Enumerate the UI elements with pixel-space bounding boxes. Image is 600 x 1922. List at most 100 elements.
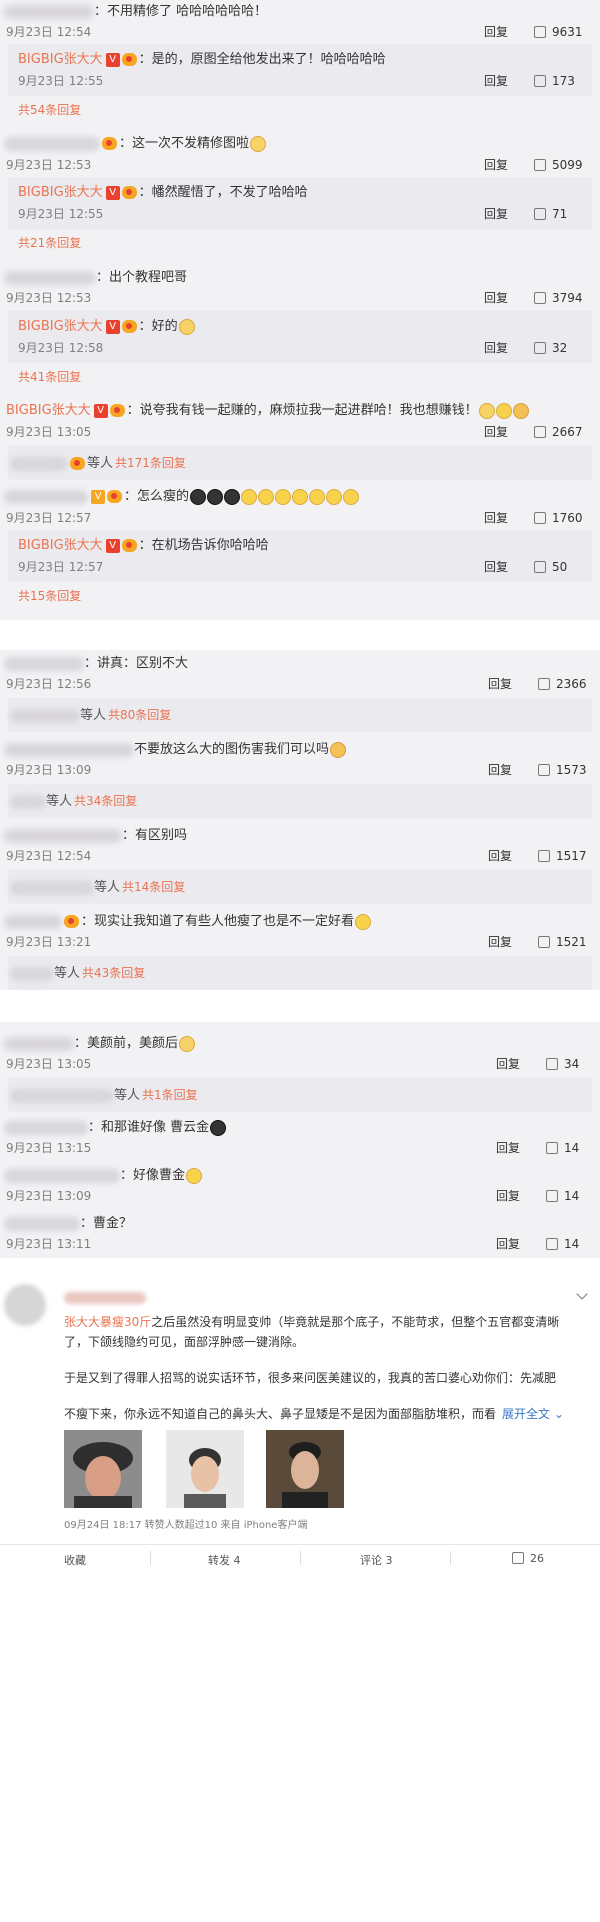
- like-button[interactable]: 14: [546, 1186, 579, 1206]
- reply-button[interactable]: 回复: [488, 760, 512, 780]
- avatar[interactable]: [4, 1284, 46, 1326]
- reply-button[interactable]: 回复: [484, 338, 508, 358]
- like-button[interactable]: 3794: [534, 288, 583, 308]
- like-button[interactable]: 34: [546, 1054, 579, 1074]
- sub-reply-author[interactable]: BIGBIG张大大: [18, 538, 103, 553]
- reply-button[interactable]: 回复: [484, 155, 508, 175]
- reply-button[interactable]: 回复: [484, 557, 508, 577]
- thumb-up-icon: [534, 511, 546, 524]
- more-replies-link[interactable]: 共41条回复: [18, 367, 600, 387]
- reply-button[interactable]: 回复: [488, 674, 512, 694]
- crying-emoji-icon: [241, 488, 258, 505]
- blurred-username[interactable]: [64, 1292, 146, 1304]
- comment-button[interactable]: 评论 3: [360, 1552, 393, 1568]
- like-button[interactable]: 1521: [538, 932, 587, 952]
- blurred-username[interactable]: [4, 828, 122, 843]
- sub-reply-author[interactable]: BIGBIG张大大: [18, 319, 103, 334]
- sub-reply-author[interactable]: BIGBIG张大大: [18, 185, 103, 200]
- expand-full-text-link[interactable]: 展开全文: [502, 1407, 550, 1421]
- blurred-username[interactable]: [4, 1216, 80, 1231]
- timestamp: 9月23日 12:53: [6, 158, 92, 172]
- comment-row: 不要放这么大的图伤害我们可以吗: [0, 740, 600, 760]
- blurred-username[interactable]: [4, 4, 94, 19]
- timestamp: 9月23日 12:54: [6, 25, 92, 39]
- like-button[interactable]: 1760: [534, 508, 583, 528]
- blurred-username[interactable]: [10, 880, 94, 895]
- blurred-username[interactable]: [10, 794, 46, 809]
- like-button[interactable]: 71: [534, 204, 567, 224]
- sub-reply-panel: BIGBIG张大大 V ：好的 9月23日 12:58 回复 32: [8, 311, 592, 363]
- reply-button[interactable]: 回复: [488, 932, 512, 952]
- comment-row: ：曹金？: [0, 1214, 600, 1234]
- blurred-username[interactable]: [4, 136, 100, 151]
- blurred-username[interactable]: [4, 270, 96, 285]
- reply-button[interactable]: 回复: [484, 422, 508, 442]
- more-replies-link[interactable]: 共43条回复: [82, 966, 145, 980]
- comment-row: BIGBIG张大大 V ：说夸我有钱一起赚的，麻烦拉我一起进群哈！我也想赚钱！: [0, 401, 600, 421]
- timestamp: 9月23日 13:05: [6, 425, 92, 439]
- reply-button[interactable]: 回复: [496, 1186, 520, 1206]
- reply-button[interactable]: 回复: [496, 1234, 520, 1254]
- comment-author[interactable]: BIGBIG张大大: [6, 403, 91, 418]
- reply-button[interactable]: 回复: [484, 288, 508, 308]
- like-button[interactable]: 2366: [538, 674, 587, 694]
- post-hashtag[interactable]: 张大大暴瘦30斤: [64, 1315, 151, 1329]
- reply-button[interactable]: 回复: [488, 846, 512, 866]
- like-button[interactable]: 50: [534, 557, 567, 577]
- blurred-username[interactable]: [4, 656, 84, 671]
- like-button[interactable]: 32: [534, 338, 567, 358]
- blurred-username[interactable]: [4, 1168, 120, 1183]
- sub-reply-row: 等人 共14条回复: [8, 877, 592, 897]
- blurred-username[interactable]: [4, 489, 88, 504]
- sub-reply-author[interactable]: BIGBIG张大大: [18, 52, 103, 67]
- like-button[interactable]: 173: [534, 71, 575, 91]
- vip-badge-icon: [64, 915, 79, 928]
- sad-emoji-icon: [330, 741, 347, 758]
- more-replies-link[interactable]: 共21条回复: [18, 233, 600, 253]
- like-button[interactable]: 26: [512, 1552, 544, 1565]
- post-photo[interactable]: [166, 1430, 244, 1508]
- thumb-up-icon: [546, 1141, 558, 1154]
- blurred-username[interactable]: [4, 1120, 88, 1135]
- collect-button[interactable]: 收藏: [64, 1552, 86, 1568]
- like-button[interactable]: 1517: [538, 846, 587, 866]
- more-replies-link[interactable]: 共34条回复: [74, 794, 137, 808]
- blurred-username[interactable]: [4, 1036, 74, 1051]
- like-button[interactable]: 9631: [534, 22, 583, 42]
- reply-button[interactable]: 回复: [496, 1054, 520, 1074]
- post-photo[interactable]: [266, 1430, 344, 1508]
- more-replies-link[interactable]: 共14条回复: [122, 880, 185, 894]
- dark-face-emoji-icon: [190, 488, 207, 505]
- comment-row: ：这一次不发精修图啦: [0, 134, 600, 154]
- like-button[interactable]: 14: [546, 1138, 579, 1158]
- comment-meta: 9月23日 13:21 回复 1521: [0, 932, 600, 952]
- comment-text: ：这一次不发精修图啦: [119, 136, 250, 151]
- blurred-username[interactable]: [10, 708, 80, 723]
- more-replies-link[interactable]: 共1条回复: [142, 1088, 198, 1102]
- like-button[interactable]: 5099: [534, 155, 583, 175]
- reply-button[interactable]: 回复: [484, 204, 508, 224]
- more-replies-link[interactable]: 共15条回复: [18, 586, 600, 606]
- more-replies-link[interactable]: 共54条回复: [18, 100, 600, 120]
- reply-button[interactable]: 回复: [484, 71, 508, 91]
- post-photo[interactable]: [64, 1430, 142, 1508]
- reply-button[interactable]: 回复: [496, 1138, 520, 1158]
- reply-button[interactable]: 回复: [484, 22, 508, 42]
- timestamp: 9月23日 13:11: [6, 1237, 92, 1251]
- more-replies-link[interactable]: 共80条回复: [108, 708, 171, 722]
- comment-row: ：美颜前，美颜后: [0, 1034, 600, 1054]
- more-replies-link[interactable]: 共171条回复: [115, 456, 186, 470]
- reply-button[interactable]: 回复: [484, 508, 508, 528]
- like-button[interactable]: 14: [546, 1234, 579, 1254]
- blurred-username[interactable]: [4, 742, 134, 757]
- sub-reply-panel: 等人 共14条回复: [8, 870, 592, 904]
- blurred-username[interactable]: [10, 1088, 114, 1103]
- forward-button[interactable]: 转发 4: [208, 1552, 241, 1568]
- blurred-username[interactable]: [10, 966, 54, 981]
- sub-reply-panel: 等人 共171条回复: [8, 446, 592, 480]
- vip-badge-icon: [121, 53, 137, 66]
- like-button[interactable]: 1573: [538, 760, 587, 780]
- like-button[interactable]: 2667: [534, 422, 583, 442]
- blurred-username[interactable]: [4, 914, 62, 929]
- blurred-username[interactable]: [10, 456, 68, 471]
